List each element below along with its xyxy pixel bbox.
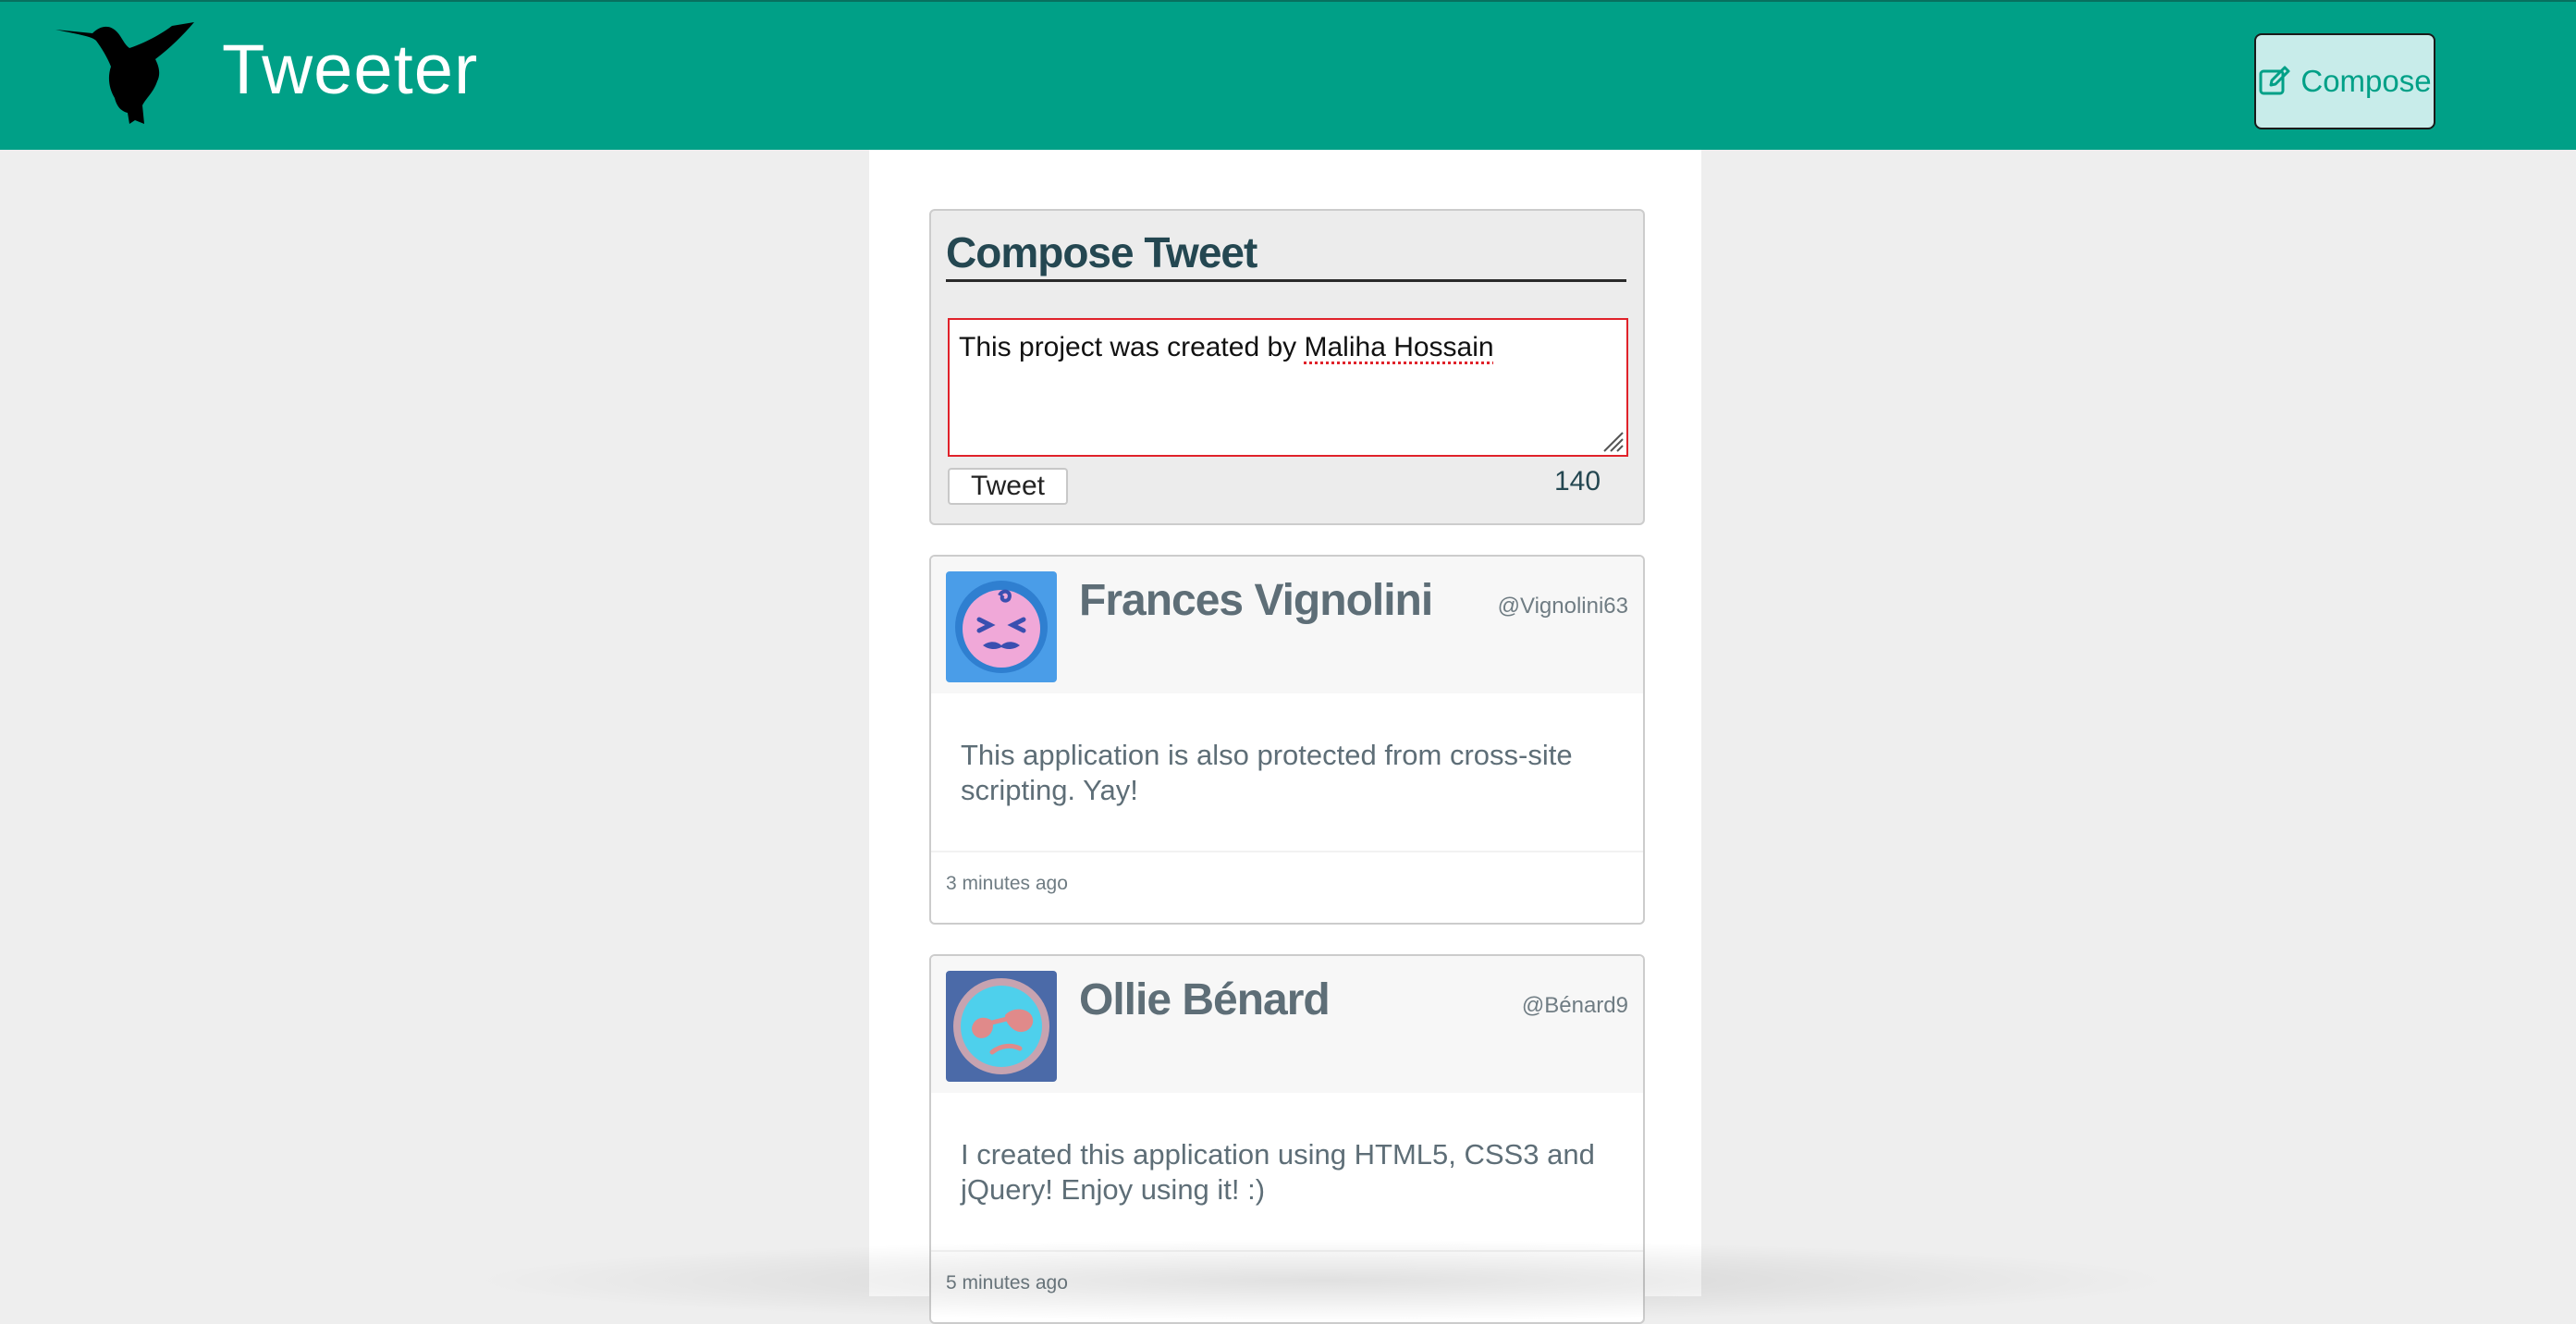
avatar-sunglasses-icon	[946, 971, 1057, 1082]
compose-button[interactable]: Compose	[2254, 33, 2435, 129]
brand-title[interactable]: Tweeter	[222, 30, 478, 110]
main-content: Compose Tweet This project was created b…	[869, 150, 1701, 1324]
character-counter: 140	[1554, 466, 1601, 496]
tweet-header: Frances Vignolini @Vignolini63	[931, 557, 1643, 693]
avatar	[946, 971, 1057, 1082]
tweet-text-misspelled: Maliha Hossain	[1304, 332, 1494, 362]
resize-grip-icon[interactable]	[1601, 429, 1625, 453]
tweet-author-name: Ollie Bénard	[1079, 975, 1331, 1024]
navbar: Tweeter Compose	[0, 0, 2576, 150]
compose-tweet-section: Compose Tweet This project was created b…	[929, 209, 1645, 525]
tweet-textarea[interactable]: This project was created by Maliha Hossa…	[948, 318, 1628, 457]
tweet-timestamp: 3 minutes ago	[946, 873, 1068, 894]
tweet-timestamp: 5 minutes ago	[946, 1272, 1068, 1293]
tweet-header: Ollie Bénard @Bénard9	[931, 956, 1643, 1093]
tweet-card: Frances Vignolini @Vignolini63 This appl…	[929, 555, 1645, 925]
tweet-author-handle: @Bénard9	[1521, 993, 1628, 1018]
avatar-face-icon	[946, 571, 1057, 682]
tweet-footer: 3 minutes ago	[931, 851, 1643, 923]
tweet-author-name: Frances Vignolini	[1079, 576, 1433, 625]
hummingbird-icon	[55, 22, 194, 124]
tweet-body: This application is also protected from …	[961, 739, 1573, 806]
compose-title: Compose Tweet	[946, 227, 1626, 282]
tweet-author-handle: @Vignolini63	[1497, 594, 1628, 619]
edit-icon	[2259, 66, 2290, 95]
tweet-body: I created this application using HTML5, …	[961, 1138, 1595, 1206]
avatar	[946, 571, 1057, 682]
compose-button-label: Compose	[2300, 64, 2432, 98]
tweet-text: This project was created by	[959, 332, 1305, 362]
tweet-button[interactable]: Tweet	[948, 468, 1068, 505]
tweet-footer: 5 minutes ago	[931, 1250, 1643, 1322]
tweet-card: Ollie Bénard @Bénard9 I created this app…	[929, 954, 1645, 1324]
